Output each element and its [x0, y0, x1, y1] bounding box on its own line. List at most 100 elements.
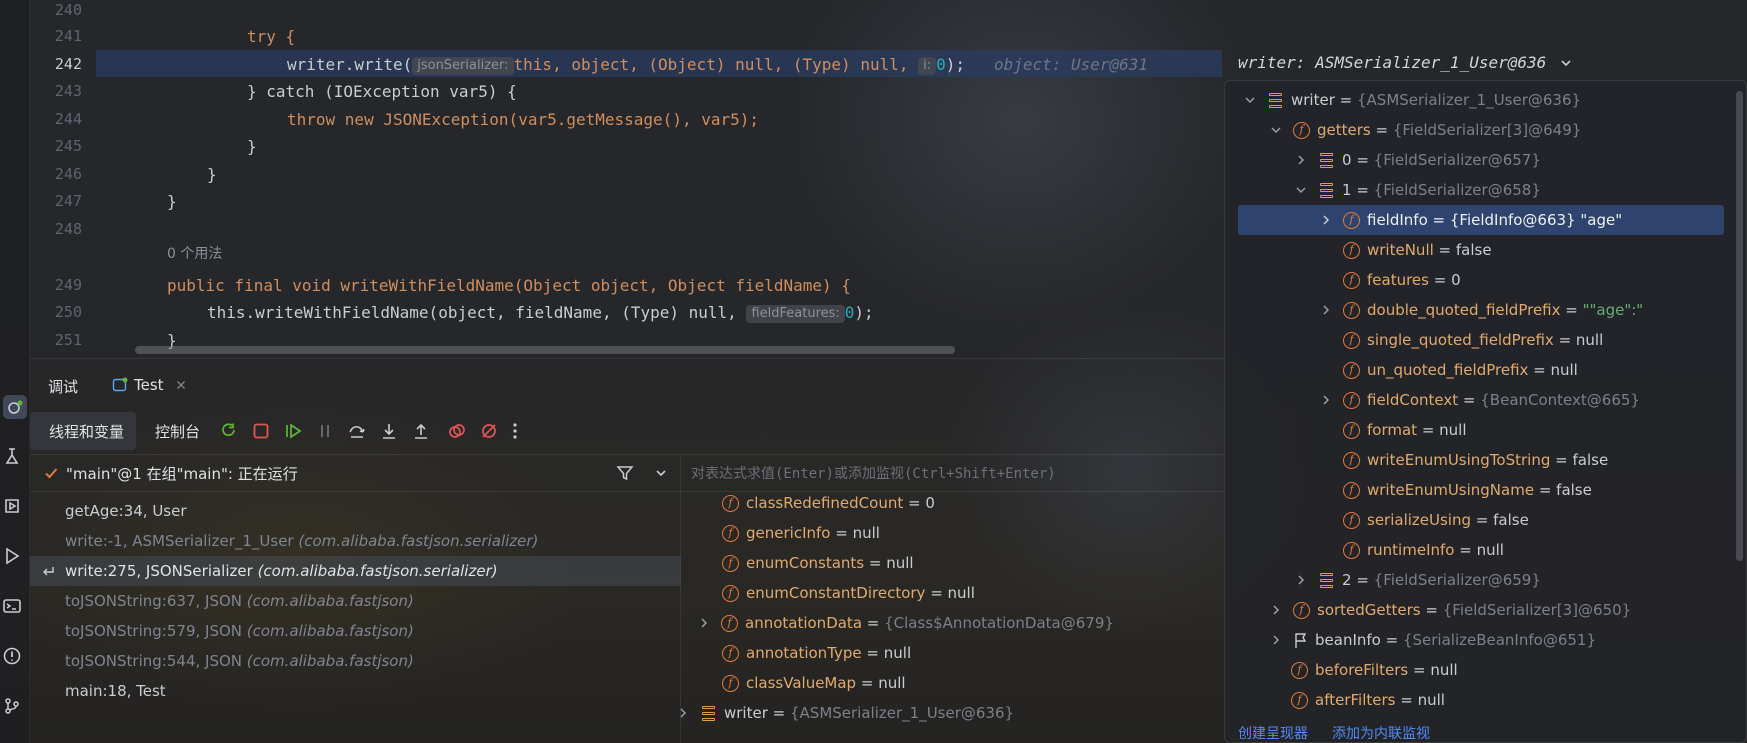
- chevron-down-icon[interactable]: [1269, 123, 1283, 137]
- stop-icon[interactable]: [252, 422, 270, 444]
- more-options-icon[interactable]: [512, 422, 518, 444]
- view-breakpoints-icon[interactable]: [448, 422, 466, 444]
- inline-value-popup-title[interactable]: writer: ASMSerializer_1_User@636: [1238, 53, 1572, 77]
- popup-var-name: double_quoted_fieldPrefix: [1367, 301, 1561, 319]
- popup-scrollbar[interactable]: [1736, 91, 1743, 561]
- variable-row[interactable]: f classRedefinedCount = 0: [722, 488, 935, 518]
- popup-row[interactable]: f runtimeInfo = null: [1343, 535, 1504, 565]
- step-over-icon[interactable]: [348, 422, 366, 444]
- popup-row[interactable]: f beforeFilters = null: [1291, 655, 1458, 685]
- frame-item[interactable]: toJSONString:579, JSON (com.alibaba.fast…: [30, 616, 681, 646]
- services-tool-icon[interactable]: [0, 494, 24, 518]
- chevron-down-icon[interactable]: [1243, 93, 1257, 107]
- popup-var-name: serializeUsing: [1367, 511, 1471, 529]
- usages-hint[interactable]: 0 个用法: [167, 243, 222, 263]
- code-text: }: [247, 137, 257, 156]
- popup-row[interactable]: f format = null: [1343, 415, 1467, 445]
- popup-row[interactable]: f un_quoted_fieldPrefix = null: [1343, 355, 1578, 385]
- popup-row[interactable]: 1 = {FieldSerializer@658}: [1294, 175, 1541, 205]
- frame-item-selected[interactable]: write:275, JSONSerializer (com.alibaba.f…: [30, 556, 681, 586]
- popup-row[interactable]: 2 = {FieldSerializer@659}: [1294, 565, 1541, 595]
- tab-test-config[interactable]: Test: [112, 376, 186, 394]
- subtab-console[interactable]: 控制台: [155, 421, 200, 442]
- popup-row[interactable]: f writeNull = false: [1343, 235, 1492, 265]
- field-icon: f: [1343, 481, 1360, 499]
- field-icon: f: [722, 554, 739, 572]
- line-number: 243: [54, 82, 82, 100]
- debug-action-buttons: [220, 422, 518, 444]
- frame-item[interactable]: toJSONString:637, JSON (com.alibaba.fast…: [30, 586, 681, 616]
- step-out-icon[interactable]: [412, 422, 430, 444]
- chevron-right-icon[interactable]: [1269, 603, 1283, 617]
- code-line-249: public final void writeWithFieldName(Obj…: [167, 272, 851, 299]
- field-icon: f: [722, 494, 739, 512]
- debug-tool-icon[interactable]: [3, 395, 27, 419]
- popup-row[interactable]: writer = {ASMSerializer_1_User@636}: [1243, 85, 1581, 115]
- field-icon: f: [1343, 301, 1360, 319]
- step-into-icon[interactable]: [380, 422, 398, 444]
- frame-item[interactable]: write:-1, ASMSerializer_1_User (com.alib…: [30, 526, 681, 556]
- create-renderer-link[interactable]: 创建呈现器: [1238, 723, 1308, 743]
- popup-row[interactable]: f fieldInfo = {FieldInfo@663} "age": [1319, 205, 1622, 235]
- resume-icon[interactable]: [284, 422, 302, 444]
- variable-row[interactable]: f annotationData = {Class$AnnotationData…: [697, 608, 1114, 638]
- pause-icon[interactable]: [316, 422, 334, 444]
- variable-row[interactable]: f enumConstants = null: [722, 548, 914, 578]
- run-tool-icon[interactable]: [0, 544, 24, 568]
- chevron-right-icon[interactable]: [1269, 633, 1283, 647]
- field-icon: f: [1343, 271, 1360, 289]
- variable-row[interactable]: f classValueMap = null: [722, 668, 906, 698]
- test-tool-icon[interactable]: [0, 444, 24, 468]
- chevron-right-icon[interactable]: [1319, 303, 1333, 317]
- chevron-down-icon[interactable]: [1560, 54, 1572, 73]
- rerun-icon[interactable]: [220, 422, 238, 444]
- frame-method: toJSONString:544, JSON: [65, 652, 242, 670]
- frame-item[interactable]: getAge:34, User: [30, 496, 681, 526]
- mute-breakpoints-icon[interactable]: [480, 422, 498, 444]
- popup-row[interactable]: f fieldContext = {BeanContext@665}: [1319, 385, 1640, 415]
- variable-row[interactable]: f annotationType = null: [722, 638, 911, 668]
- frame-item[interactable]: main:18, Test: [30, 676, 681, 706]
- variable-row[interactable]: f genericInfo = null: [722, 518, 880, 548]
- popup-row[interactable]: beanInfo = {SerializeBeanInfo@651}: [1269, 625, 1596, 655]
- chevron-down-icon[interactable]: [1294, 183, 1308, 197]
- popup-row[interactable]: f getters = {FieldSerializer[3]@649}: [1269, 115, 1581, 145]
- popup-row[interactable]: f serializeUsing = false: [1343, 505, 1529, 535]
- panel-divider: [30, 358, 1224, 359]
- close-icon[interactable]: [176, 380, 186, 390]
- chevron-right-icon[interactable]: [697, 616, 711, 630]
- popup-row[interactable]: f double_quoted_fieldPrefix = ""age":": [1319, 295, 1643, 325]
- inline-value-popup[interactable]: writer = {ASMSerializer_1_User@636} f ge…: [1224, 80, 1747, 743]
- variable-row[interactable]: writer = {ASMSerializer_1_User@636}: [676, 698, 1014, 728]
- thread-selector[interactable]: "main"@1 在组"main": 正在运行: [30, 455, 681, 491]
- popup-row[interactable]: f sortedGetters = {FieldSerializer[3]@65…: [1269, 595, 1631, 625]
- popup-row[interactable]: f afterFilters = null: [1291, 685, 1445, 715]
- variable-name: writer: [724, 704, 768, 722]
- popup-row[interactable]: f writeEnumUsingToString = false: [1343, 445, 1608, 475]
- frame-item[interactable]: toJSONString:544, JSON (com.alibaba.fast…: [30, 646, 681, 676]
- expression-evaluate-input[interactable]: 对表达式求值(Enter)或添加监视(Ctrl+Shift+Enter): [682, 455, 1222, 491]
- popup-var-name: runtimeInfo: [1367, 541, 1455, 559]
- tool-window-strip: [0, 0, 30, 743]
- popup-row[interactable]: 0 = {FieldSerializer@657}: [1294, 145, 1541, 175]
- popup-row[interactable]: f single_quoted_fieldPrefix = null: [1343, 325, 1603, 355]
- horizontal-scrollbar[interactable]: [135, 346, 955, 354]
- problems-tool-icon[interactable]: [0, 644, 24, 668]
- popup-row[interactable]: f features = 0: [1343, 265, 1461, 295]
- subtab-threads-variables[interactable]: 线程和变量: [30, 412, 136, 450]
- chevron-right-icon[interactable]: [1294, 573, 1308, 587]
- filter-icon[interactable]: [616, 464, 634, 482]
- add-inline-watch-link[interactable]: 添加为内联监视: [1332, 723, 1430, 743]
- terminal-tool-icon[interactable]: [0, 594, 24, 618]
- chevron-right-icon[interactable]: [676, 706, 690, 720]
- field-icon: f: [722, 644, 739, 662]
- tab-debug[interactable]: 调试: [48, 376, 78, 397]
- chevron-right-icon[interactable]: [1319, 393, 1333, 407]
- git-tool-icon[interactable]: [0, 694, 24, 718]
- tab-label: Test: [134, 376, 164, 394]
- variable-row[interactable]: f enumConstantDirectory = null: [722, 578, 975, 608]
- chevron-right-icon[interactable]: [1294, 153, 1308, 167]
- popup-row[interactable]: f writeEnumUsingName = false: [1343, 475, 1592, 505]
- chevron-down-icon[interactable]: [655, 467, 667, 479]
- chevron-right-icon[interactable]: [1319, 213, 1333, 227]
